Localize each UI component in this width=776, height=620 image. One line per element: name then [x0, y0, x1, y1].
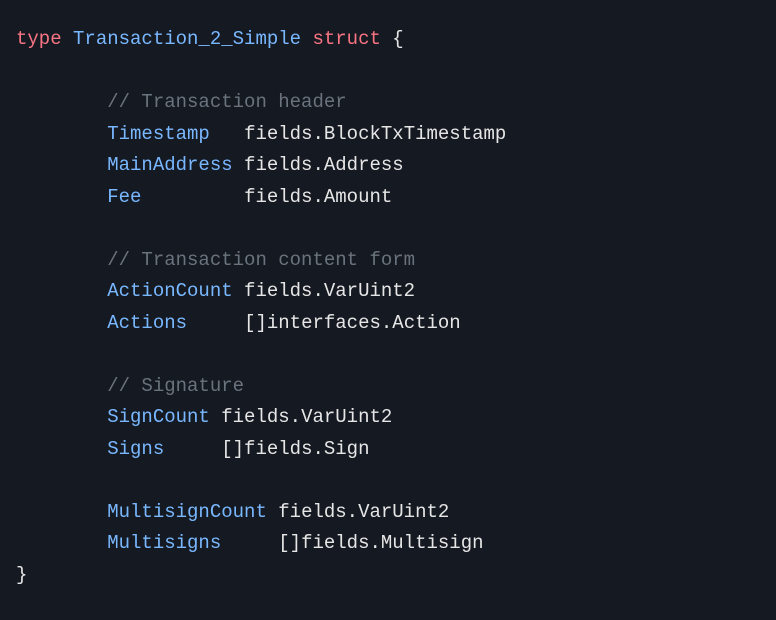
field-name: Actions — [107, 312, 187, 334]
field-name: SignCount — [107, 406, 210, 428]
struct-name: Transaction_2_Simple — [73, 28, 301, 50]
brace-open: { — [392, 28, 403, 50]
pad — [233, 154, 244, 176]
keyword-struct: struct — [312, 28, 380, 50]
field-name: MultisignCount — [107, 501, 267, 523]
field-type: fields.VarUint2 — [244, 280, 415, 302]
field-type: fields.Address — [244, 154, 404, 176]
pad — [233, 280, 244, 302]
field-type: fields.Amount — [244, 186, 392, 208]
code-block: type Transaction_2_Simple struct { // Tr… — [0, 0, 776, 615]
field-name: ActionCount — [107, 280, 232, 302]
pad — [187, 312, 244, 334]
field-type: []interfaces.Action — [244, 312, 461, 334]
pad — [221, 532, 278, 554]
brace-close: } — [16, 564, 27, 586]
field-name: MainAddress — [107, 154, 232, 176]
pad — [164, 438, 221, 460]
keyword-type: type — [16, 28, 62, 50]
comment-section-signature: // Signature — [107, 375, 244, 397]
pad — [210, 123, 244, 145]
field-type: fields.VarUint2 — [278, 501, 449, 523]
pad — [141, 186, 244, 208]
pad — [267, 501, 278, 523]
field-name: Timestamp — [107, 123, 210, 145]
comment-section-content: // Transaction content form — [107, 249, 415, 271]
field-type: fields.VarUint2 — [221, 406, 392, 428]
comment-section-header: // Transaction header — [107, 91, 346, 113]
pad — [210, 406, 221, 428]
field-type: []fields.Multisign — [278, 532, 483, 554]
field-name: Fee — [107, 186, 141, 208]
field-name: Multisigns — [107, 532, 221, 554]
field-type: fields.BlockTxTimestamp — [244, 123, 506, 145]
field-name: Signs — [107, 438, 164, 460]
field-type: []fields.Sign — [221, 438, 369, 460]
